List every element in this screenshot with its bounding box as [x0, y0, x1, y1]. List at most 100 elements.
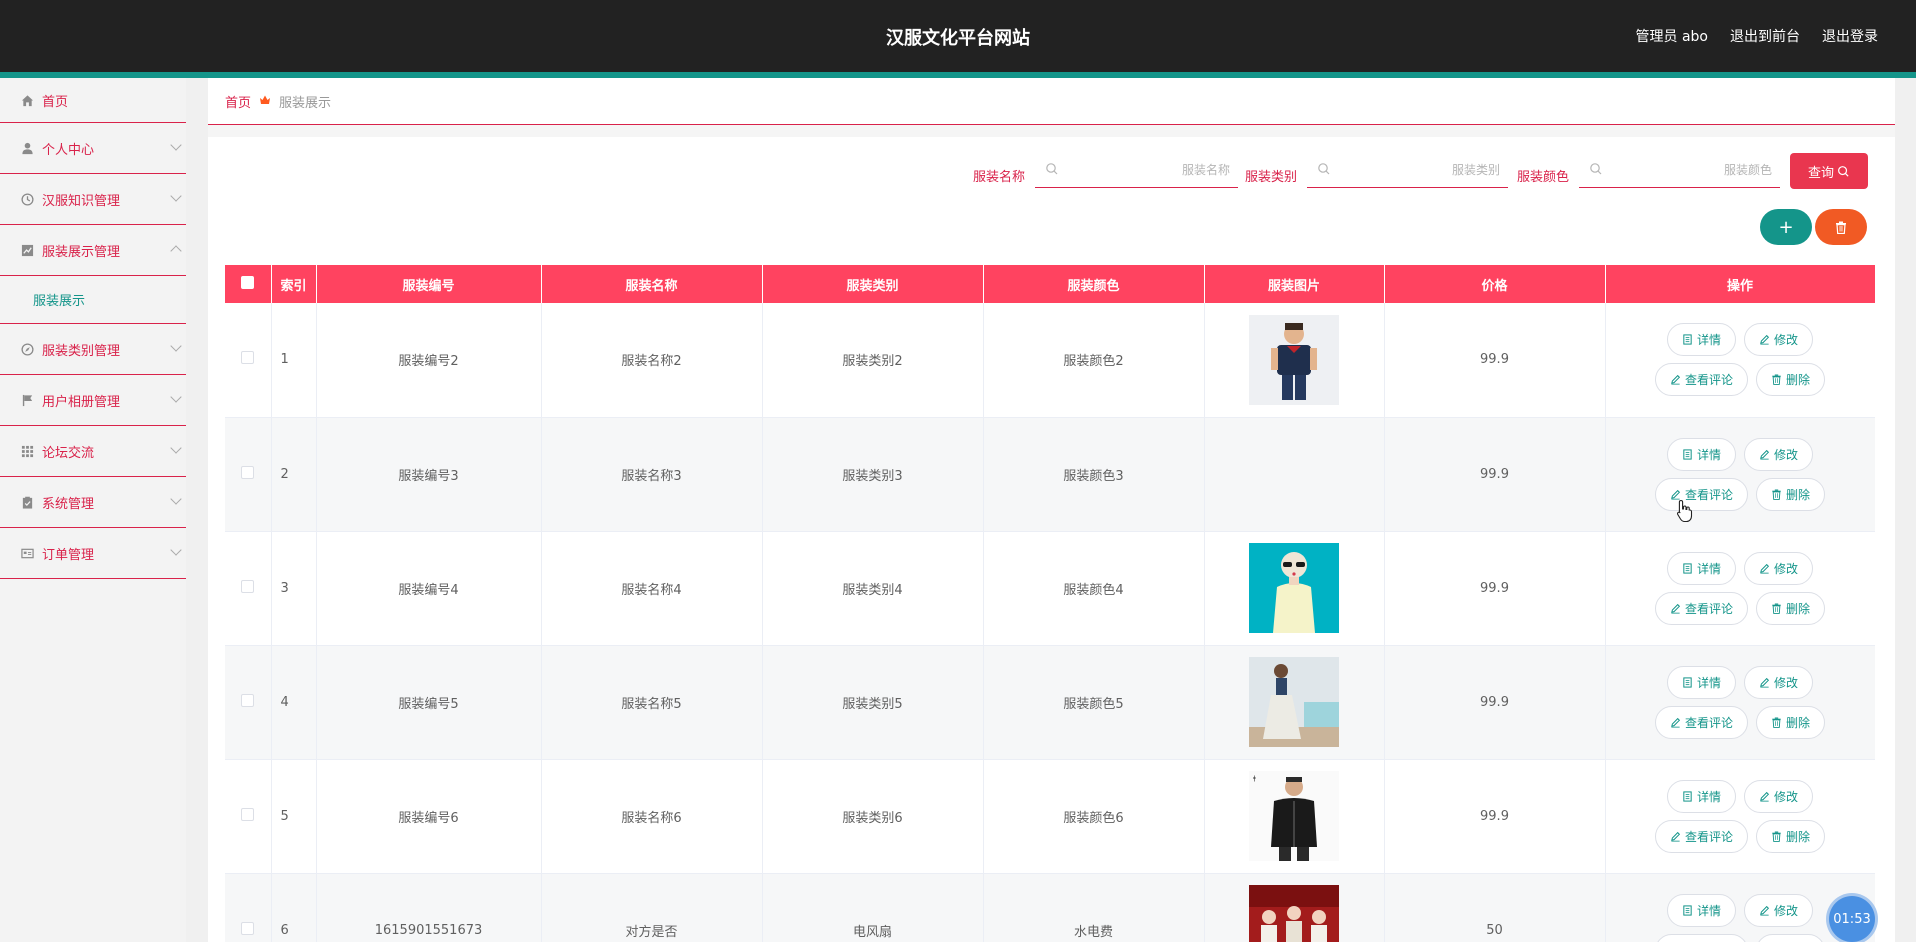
color-filter-field[interactable]	[1579, 152, 1780, 188]
view-comments-button[interactable]: 查看评论	[1654, 933, 1748, 942]
color-filter-input[interactable]	[1579, 152, 1780, 187]
category-cell: 服装类别3	[762, 417, 984, 532]
name-filter-field[interactable]	[1035, 152, 1238, 188]
category-filter-label: 服装类别	[1245, 170, 1298, 185]
column-header: 服装图片	[1204, 265, 1385, 303]
image-cell: ǂ	[1204, 759, 1385, 874]
sidebar-item-forum[interactable]: 论坛交流	[0, 426, 186, 477]
top-bar: 汉服文化平台网站 管理员 abo 退出到前台 退出登录	[0, 0, 1916, 72]
hand-cursor-icon	[1677, 499, 1693, 523]
table-row[interactable]: 5 服装编号6 服装名称6 服装类别6 服装颜色6 ǂ 99.9 详情 修改 查看评论 删除	[225, 759, 1875, 874]
sidebar-item-hanfu-knowledge[interactable]: 汉服知识管理	[0, 174, 186, 225]
sidebar-item-system[interactable]: 系统管理	[0, 477, 186, 528]
name-cell: 对方是否	[541, 873, 763, 942]
trash-icon	[1772, 717, 1781, 728]
search-icon	[1318, 163, 1330, 175]
row-checkbox[interactable]	[241, 465, 255, 479]
edit-icon	[1760, 563, 1770, 574]
table-row[interactable]: 1 服装编号2 服装名称2 服装类别2 服装颜色2 99.9 详情 修改 查看评论 删除	[225, 303, 1875, 418]
row-checkbox[interactable]	[241, 579, 255, 593]
search-button[interactable]: 查询	[1790, 153, 1868, 189]
code-cell: 服装编号5	[316, 645, 542, 760]
delete-button[interactable]: 删除	[1756, 477, 1826, 511]
logout-link[interactable]: 退出登录	[1822, 26, 1878, 46]
chevron-down-icon	[170, 544, 182, 556]
trash-icon	[1772, 489, 1781, 500]
sidebar-item-user-album[interactable]: 用户相册管理	[0, 375, 186, 426]
sidebar-item-home[interactable]: 首页	[0, 78, 186, 123]
chart-icon	[20, 243, 34, 257]
delete-label: 删除	[1786, 715, 1811, 730]
trash-icon	[1772, 374, 1781, 386]
name-cell: 服装名称4	[541, 531, 763, 646]
actions-cell: 详情 修改查看评论 删除	[1605, 759, 1875, 874]
row-checkbox[interactable]	[241, 807, 255, 821]
detail-button[interactable]: 详情	[1666, 779, 1736, 813]
sidebar-subitem-clothing-display[interactable]: 服装展示	[0, 276, 186, 324]
row-select-cell	[225, 531, 272, 646]
edit-button[interactable]: 修改	[1744, 779, 1814, 813]
batch-delete-button[interactable]	[1815, 209, 1867, 245]
admin-label: 管理员 abo	[1635, 29, 1708, 45]
detail-button[interactable]: 详情	[1666, 665, 1736, 699]
view-comments-button[interactable]: 查看评论	[1654, 363, 1748, 397]
delete-button[interactable]: 删除	[1756, 819, 1826, 853]
actions-cell: 详情 修改查看评论 删除	[1605, 645, 1875, 760]
color-cell: 服装颜色2	[983, 303, 1205, 418]
table-body: 1 服装编号2 服装名称2 服装类别2 服装颜色2 99.9 详情 修改 查看评论 删除 2 服装编号…	[225, 303, 1875, 942]
category-cell: 服装类别2	[762, 303, 984, 418]
column-header: 服装编号	[316, 265, 542, 303]
table-row[interactable]: 4 服装编号5 服装名称5 服装类别5 服装颜色5 99.9 详情 修改 查看评论 删除	[225, 645, 1875, 760]
exit-front-link[interactable]: 退出到前台	[1730, 26, 1800, 46]
timer-badge[interactable]: 01:53	[1829, 896, 1875, 942]
edit-button[interactable]: 修改	[1744, 437, 1814, 471]
edit-button[interactable]: 修改	[1744, 323, 1814, 357]
edit-button[interactable]: 修改	[1744, 665, 1814, 699]
row-checkbox[interactable]	[241, 693, 255, 707]
view-comments-button[interactable]: 查看评论	[1654, 705, 1748, 739]
view-comments-button[interactable]: 查看评论	[1654, 477, 1748, 511]
image-cell	[1204, 645, 1385, 760]
image-cell	[1204, 303, 1385, 418]
clothing-image	[1249, 657, 1339, 747]
detail-button[interactable]: 详情	[1666, 437, 1736, 471]
row-checkbox[interactable]	[241, 921, 255, 935]
color-cell: 服装颜色3	[983, 417, 1205, 532]
breadcrumb-home[interactable]: 首页	[225, 92, 251, 111]
svg-text:ǂ: ǂ	[1253, 775, 1256, 782]
sidebar-item-clothing-display[interactable]: 服装展示管理	[0, 225, 186, 276]
trash-icon	[1772, 831, 1781, 842]
chevron-down-icon	[170, 139, 182, 151]
select-all-checkbox[interactable]	[241, 275, 255, 289]
detail-button[interactable]: 详情	[1666, 323, 1736, 357]
delete-button[interactable]: 删除	[1756, 363, 1826, 397]
category-filter-field[interactable]	[1307, 152, 1508, 188]
delete-button[interactable]: 删除	[1756, 591, 1826, 625]
sidebar-item-personal[interactable]: 个人中心	[0, 123, 186, 174]
delete-label: 删除	[1786, 487, 1811, 502]
table-row[interactable]: 61615901551673对方是否电风扇水电费 50 详情 修改查看评论删除	[225, 873, 1875, 942]
edit-button[interactable]: 修改	[1744, 551, 1814, 585]
actions-cell: 详情 修改查看评论 删除	[1605, 417, 1875, 532]
name-filter-input[interactable]	[1035, 152, 1238, 187]
delete-button[interactable]: 删除	[1756, 705, 1826, 739]
add-button[interactable]: +	[1760, 209, 1812, 245]
breadcrumb: 首页 服装展示	[208, 78, 1895, 125]
row-checkbox[interactable]	[241, 351, 255, 365]
detail-button[interactable]: 详情	[1666, 551, 1736, 585]
delete-button[interactable]: 删除	[1756, 933, 1826, 942]
user-icon	[20, 141, 34, 155]
view-comments-button[interactable]: 查看评论	[1654, 591, 1748, 625]
category-filter-input[interactable]	[1307, 152, 1508, 187]
edit-label: 修改	[1774, 789, 1799, 804]
table-row[interactable]: 3 服装编号4 服装名称4 服装类别4 服装颜色4 99.9 详情 修改 查看评论 删除	[225, 531, 1875, 646]
search-icon	[1046, 163, 1058, 175]
table-row[interactable]: 2 服装编号3 服装名称3 服装类别3 服装颜色3 99.9 详情 修改 查看评论 删除	[225, 417, 1875, 532]
main-panel: 首页 服装展示 服装名称 服装类别 服装颜色 查询 +	[208, 78, 1895, 942]
sidebar-item-orders[interactable]: 订单管理	[0, 528, 186, 579]
view-comments-button[interactable]: 查看评论	[1654, 819, 1748, 853]
sidebar-item-clothing-category[interactable]: 服装类别管理	[0, 324, 186, 375]
detail-button[interactable]: 详情	[1666, 893, 1736, 927]
edit-button[interactable]: 修改	[1744, 893, 1814, 927]
chevron-up-icon	[170, 245, 182, 257]
